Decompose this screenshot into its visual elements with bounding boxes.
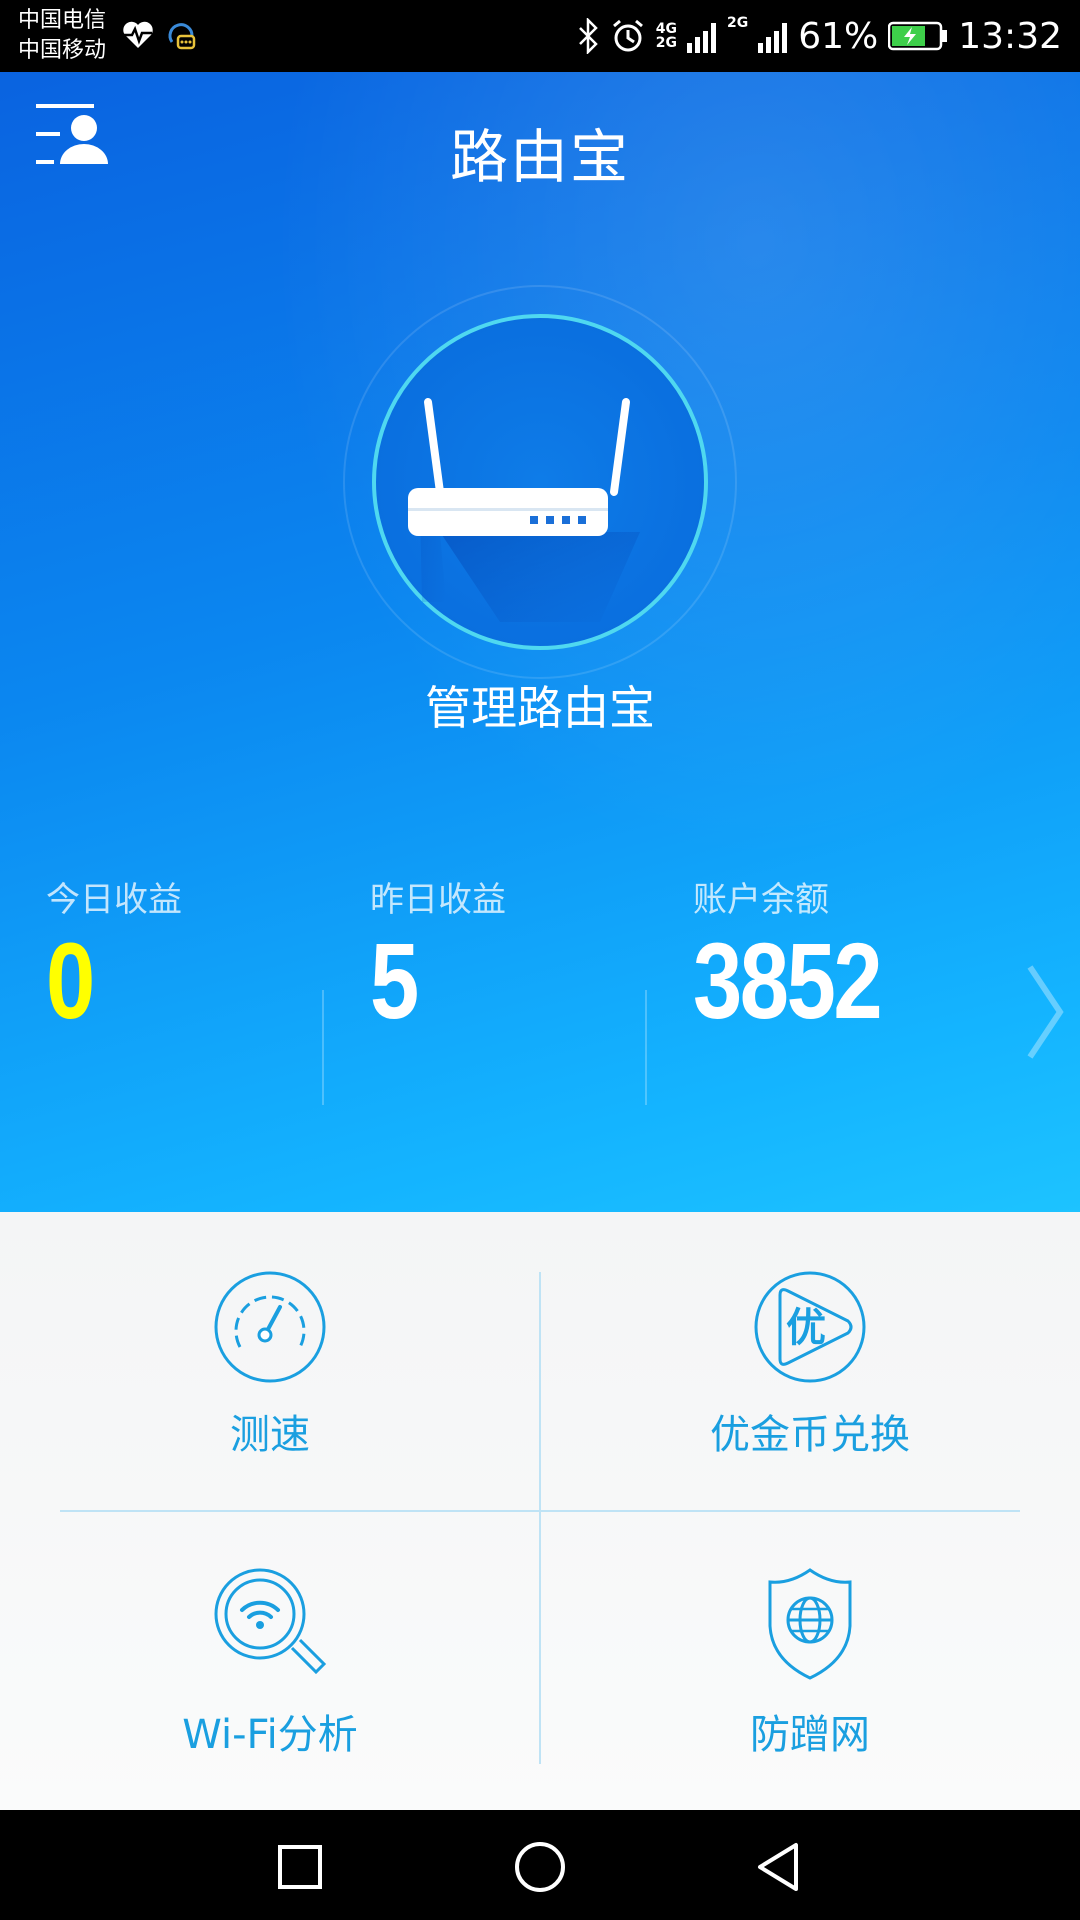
stat-divider	[645, 990, 647, 1105]
stat-balance: 账户余额 3852	[693, 872, 993, 1041]
stat-balance-label: 账户余额	[693, 880, 829, 920]
feature-speed-test-label: 测速	[230, 1412, 310, 1458]
coin-play-icon: 优	[754, 1271, 866, 1383]
network-3-label: 2G	[727, 15, 749, 31]
shield-globe-icon	[768, 1568, 852, 1680]
feature-wifi-analysis-label: Wi-Fi分析	[182, 1712, 358, 1758]
hero-section: 路由宝 管理路由宝 今日收益 0 昨日收益 5 账户余额 3852	[0, 72, 1080, 1212]
recent-apps-icon[interactable]	[268, 1835, 332, 1899]
battery-icon	[888, 21, 948, 51]
stat-today-label: 今日收益	[46, 880, 182, 920]
heart-rate-icon	[123, 21, 153, 48]
network-1-label: 4G	[655, 21, 677, 37]
status-bar: 中国电信 中国移动 4G 2G 2G 61% 13:32	[0, 0, 1080, 72]
stat-yesterday-label: 昨日收益	[370, 880, 506, 920]
router-manage-button[interactable]	[340, 282, 740, 682]
feature-coin-exchange-label: 优金币兑换	[710, 1412, 910, 1458]
alarm-icon	[612, 19, 643, 52]
page-title: 路由宝	[449, 123, 630, 191]
stat-today-value: 0	[46, 920, 95, 1041]
feature-speed-test[interactable]: 测速	[0, 1212, 540, 1502]
feature-wifi-analysis[interactable]: Wi-Fi分析	[0, 1512, 540, 1802]
network-2-label: 2G	[655, 35, 677, 51]
carrier-1: 中国电信	[18, 8, 107, 33]
stat-yesterday-value: 5	[370, 920, 419, 1041]
speedometer-icon	[214, 1271, 326, 1383]
svg-text:优: 优	[786, 1305, 826, 1351]
battery-percent: 61%	[798, 15, 879, 57]
feature-anti-freeloader-label: 防蹭网	[750, 1712, 870, 1758]
manage-router-label[interactable]: 管理路由宝	[0, 672, 1080, 738]
clock: 13:32	[958, 15, 1062, 57]
stat-balance-value: 3852	[693, 920, 883, 1041]
stat-today: 今日收益 0	[46, 872, 346, 1041]
stat-yesterday: 昨日收益 5	[370, 872, 670, 1041]
chat-bot-icon	[168, 23, 196, 50]
chevron-right-icon[interactable]	[1020, 957, 1070, 1067]
network-type-1: 4G 2G	[656, 22, 677, 50]
feature-grid: 测速 优 优金币兑换 Wi-Fi分析 防蹭网	[0, 1212, 1080, 1810]
status-icons: 4G 2G 2G 61% 13:32	[576, 10, 1062, 62]
stat-divider	[322, 990, 324, 1105]
feature-coin-exchange[interactable]: 优 优金币兑换	[540, 1212, 1080, 1502]
back-icon[interactable]	[748, 1835, 812, 1899]
system-nav-bar	[0, 1810, 1080, 1920]
wifi-search-icon	[214, 1568, 327, 1675]
feature-anti-freeloader[interactable]: 防蹭网	[540, 1512, 1080, 1802]
signal-icon	[687, 23, 716, 53]
home-icon[interactable]	[508, 1835, 572, 1899]
signal-icon-2	[758, 23, 788, 53]
earnings-stats[interactable]: 今日收益 0 昨日收益 5 账户余额 3852	[0, 872, 1080, 1112]
bluetooth-icon	[578, 18, 598, 54]
carrier-names: 中国电信 中国移动	[18, 6, 106, 66]
carrier-2: 中国移动	[18, 38, 107, 63]
